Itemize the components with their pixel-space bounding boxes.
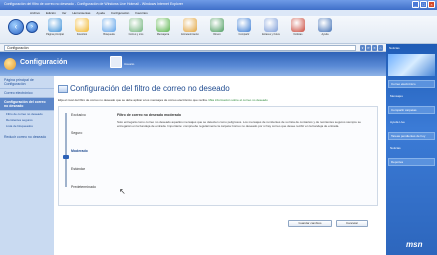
page-title: Configuración del filtro de correo no de… bbox=[70, 84, 230, 93]
window-titlebar: Configuración del filtro de correo no de… bbox=[0, 0, 437, 10]
toolbar-item-label: Página principal bbox=[46, 33, 64, 36]
toolbar-item[interactable]: Compartir bbox=[233, 18, 255, 36]
filter-icon bbox=[58, 85, 68, 93]
right-panel-item[interactable]: Deportes bbox=[388, 158, 435, 166]
toolbar-item-label: Noticias bbox=[293, 33, 303, 36]
news-icon bbox=[291, 18, 305, 32]
save-button[interactable]: Guardar cambios bbox=[288, 220, 332, 227]
page-header-title: Configuración bbox=[20, 59, 68, 66]
right-panel-item[interactable]: Correo electrónico bbox=[388, 80, 435, 88]
toolbar-item-label: Ayuda bbox=[321, 33, 329, 36]
address-bar: Configuración ▾ ⟳ ✕ ⌂ bbox=[0, 44, 437, 52]
home-icon[interactable]: ⌂ bbox=[378, 45, 383, 51]
photo-icon bbox=[264, 18, 278, 32]
cancel-button[interactable]: Cancelar bbox=[336, 220, 368, 227]
dropdown-icon[interactable]: ▾ bbox=[360, 45, 365, 51]
toolbar-item-label: Búsqueda bbox=[103, 33, 115, 36]
maximize-button[interactable]: □ bbox=[420, 1, 427, 8]
right-panel-item[interactable]: Compartir carpetas bbox=[388, 106, 435, 114]
toolbar-item[interactable]: Búsqueda bbox=[98, 18, 120, 36]
back-button[interactable]: ‹ bbox=[8, 19, 24, 35]
money-icon bbox=[210, 18, 224, 32]
menu-item[interactable]: Favoritos bbox=[135, 11, 147, 15]
live-logo-icon bbox=[4, 58, 16, 70]
address-input[interactable]: Configuración bbox=[4, 45, 356, 51]
toolbar-item[interactable]: Enlaces y Fotos bbox=[260, 18, 282, 36]
toolbar-item-label: Enlaces y Fotos bbox=[262, 33, 280, 36]
menu-item[interactable]: Archivo bbox=[30, 11, 40, 15]
filter-level-option[interactable]: Predeterminado bbox=[71, 185, 96, 189]
weather-image bbox=[388, 54, 435, 76]
right-panel-item[interactable]: Mensajes bbox=[388, 93, 435, 99]
toolbar-item-label: Dinero bbox=[213, 33, 221, 36]
music-icon bbox=[183, 18, 197, 32]
toolbar-item-label: Correo y sms bbox=[128, 33, 144, 36]
right-panel: Noticias Correo electrónico Mensajes Compa… bbox=[386, 44, 437, 255]
toolbar: ‹ › Página principal Favoritos Búsqueda Cor… bbox=[0, 16, 437, 44]
refresh-icon[interactable]: ⟳ bbox=[366, 45, 371, 51]
share-icon bbox=[237, 18, 251, 32]
toolbar-item-label: Mensajería bbox=[156, 33, 170, 36]
right-panel-item[interactable]: Noticias bbox=[388, 145, 435, 151]
toolbar-item[interactable]: Página principal bbox=[44, 18, 66, 36]
toolbar-item[interactable]: Ayuda bbox=[314, 18, 336, 36]
content-area: Configuración del filtro de correo no de… bbox=[56, 76, 384, 255]
menu-item[interactable]: Ayuda bbox=[96, 11, 104, 15]
sidebar-item[interactable]: Página principal de Configuración bbox=[0, 76, 54, 89]
menu-item[interactable]: Ver bbox=[62, 11, 67, 15]
menu-item[interactable]: Herramientas bbox=[72, 11, 90, 15]
right-panel-item[interactable]: Tareas pendientes de hoy bbox=[388, 132, 435, 140]
more-info-link[interactable]: Más información sobre el correo no desea… bbox=[208, 98, 267, 102]
toolbar-item[interactable]: Correo y sms bbox=[125, 18, 147, 36]
right-panel-item[interactable]: Ayuda Live bbox=[388, 119, 435, 125]
sidebar-footer-link[interactable]: Reducir correo no deseado bbox=[0, 133, 54, 141]
window-title: Configuración del filtro de correo no de… bbox=[4, 2, 183, 6]
sidebar-item[interactable]: Correo electrónico bbox=[0, 89, 54, 98]
filter-level-option[interactable]: Estándar bbox=[71, 167, 85, 171]
toolbar-item[interactable]: Entretenimiento bbox=[179, 18, 201, 36]
forward-button[interactable]: › bbox=[26, 21, 38, 33]
toolbar-item[interactable]: Favoritos bbox=[71, 18, 93, 36]
close-button[interactable]: × bbox=[428, 1, 435, 8]
menu-item[interactable]: Edición bbox=[46, 11, 56, 15]
messenger-icon bbox=[156, 18, 170, 32]
help-icon bbox=[318, 18, 332, 32]
mail-icon bbox=[129, 18, 143, 32]
filter-level-option[interactable]: Seguro bbox=[71, 131, 82, 135]
filter-panel: Exclusivo Seguro Moderado Estándar Predeterm… bbox=[58, 106, 378, 206]
filter-level-option[interactable]: Exclusivo bbox=[71, 113, 86, 117]
stop-icon[interactable]: ✕ bbox=[372, 45, 377, 51]
slider-track bbox=[65, 113, 67, 187]
right-panel-header: Noticias bbox=[389, 46, 400, 50]
level-detail-text: Solo entregará como correo no deseado aq… bbox=[117, 120, 361, 128]
mouse-cursor-icon: ↖ bbox=[119, 187, 126, 196]
toolbar-item-label: Compartir bbox=[238, 33, 250, 36]
toolbar-item-label: Entretenimiento bbox=[181, 33, 199, 36]
filter-level-slider[interactable] bbox=[63, 113, 69, 191]
menu-item[interactable]: Configuración bbox=[111, 11, 130, 15]
toolbar-item[interactable]: Mensajería bbox=[152, 18, 174, 36]
search-icon bbox=[102, 18, 116, 32]
sidebar-subitem[interactable]: Lista de bloqueados bbox=[0, 123, 54, 129]
home-icon bbox=[48, 18, 62, 32]
user-name[interactable]: Usuario bbox=[124, 62, 134, 66]
star-icon bbox=[75, 18, 89, 32]
avatar[interactable] bbox=[110, 56, 122, 68]
toolbar-item[interactable]: Noticias bbox=[287, 18, 309, 36]
minimize-button[interactable]: _ bbox=[412, 1, 419, 8]
header-band: Configuración Usuario bbox=[0, 52, 386, 76]
toolbar-item[interactable]: Dinero bbox=[206, 18, 228, 36]
sidebar-item[interactable]: Configuración del correo no deseado bbox=[0, 98, 54, 111]
description: Elija el nivel del filtro de correo no d… bbox=[58, 98, 378, 102]
slider-thumb[interactable] bbox=[63, 155, 69, 159]
toolbar-item-label: Favoritos bbox=[76, 33, 88, 36]
level-detail-title: Filtro de correo no deseado moderado bbox=[117, 113, 181, 117]
filter-level-option[interactable]: Moderado bbox=[71, 149, 88, 153]
msn-logo: msn bbox=[406, 240, 423, 249]
description-text: Elija el nivel del filtro de correo no d… bbox=[58, 98, 208, 102]
sidebar: Página principal de Configuración Correo … bbox=[0, 76, 54, 255]
level-detail: Filtro de correo no deseado moderado Sol… bbox=[117, 113, 372, 128]
main-window: Configuración Usuario Página principal d… bbox=[0, 52, 386, 255]
